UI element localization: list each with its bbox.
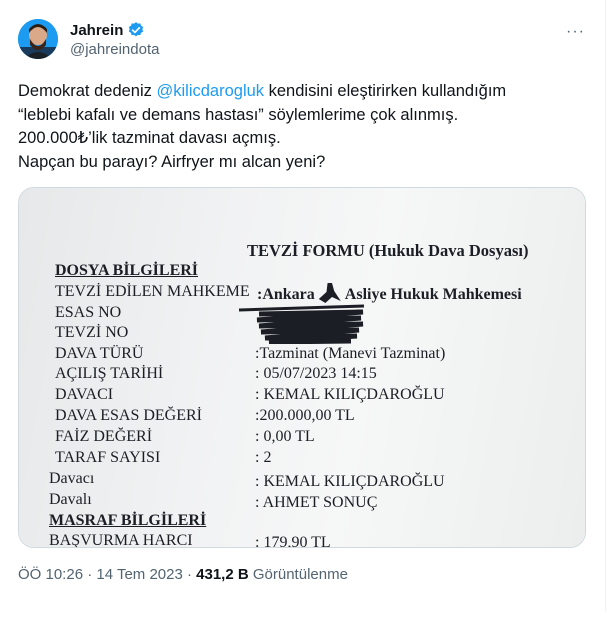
tweet-timestamp[interactable]: ÖÖ 10:26 · 14 Tem 2023 · [18,566,196,583]
more-options-icon[interactable]: ··· [566,23,585,41]
section-masraf: MASRAF BİLGİLERİ [49,512,207,529]
verified-badge-icon [129,22,144,37]
label-case-type: DAVA TÜRÜ [55,345,144,362]
section-dosya: DOSYA BİLGİLERİ [55,262,199,279]
label-esas-no: ESAS NO [55,304,122,321]
tweet-text: Demokrat dedeniz @kilicdarogluk kendisin… [18,80,578,174]
value-application-fee: : 179,90 TL [255,534,331,548]
views-count: 431,2 B [196,566,249,583]
author-name-text: Jahrein [70,21,124,39]
value-plaintiff-2: : KEMAL KILIÇDAROĞLU [255,473,445,490]
label-application-fee: BAŞVURMA HARCI [49,532,193,548]
author-name[interactable]: Jahrein [70,21,145,39]
value-party-count: : 2 [255,449,272,466]
tweet-photo[interactable]: TEVZİ FORMU (Hukuk Dava Dosyası) DOSYA B… [18,187,586,548]
label-open-date: AÇILIŞ TARİHİ [55,365,164,382]
value-case-value: :200.000,00 TL [255,407,355,424]
label-interest: FAİZ DEĞERİ [55,428,153,445]
label-case-value: DAVA ESAS DEĞERİ [55,407,202,424]
views-label: Görüntülenme [248,566,348,583]
redaction-scribble [239,304,365,344]
value-court-suffix: Asliye Hukuk Mahkemesi [344,286,522,303]
value-plaintiff: : KEMAL KILIÇDAROĞLU [255,386,445,403]
label-plaintiff: DAVACI [55,386,114,403]
label-plaintiff-2: Davacı [49,470,95,487]
label-defendant: Davalı [49,491,92,508]
form-title: TEVZİ FORMU (Hukuk Dava Dosyası) [247,241,529,260]
tweet-card: Jahrein @jahreindota ··· Demokrat dedeni… [0,0,606,612]
value-open-date: : 05/07/2023 14:15 [255,365,377,382]
label-tevzi-no: TEVZİ NO [55,324,129,341]
value-case-type: :Tazminat (Manevi Tazminat) [255,345,446,362]
author-avatar[interactable] [18,19,58,59]
value-defendant: : AHMET SONUÇ [255,494,378,511]
tweet-text-part: Demokrat dedeniz [18,82,157,100]
label-court: TEVZİ EDİLEN MAHKEME [55,283,250,300]
mention-link[interactable]: @kilicdarogluk [157,82,265,100]
label-party-count: TARAF SAYISI [55,449,161,466]
value-interest: : 0,00 TL [255,428,315,445]
court-document: TEVZİ FORMU (Hukuk Dava Dosyası) DOSYA B… [19,188,585,547]
tweet-metadata: ÖÖ 10:26 · 14 Tem 2023 · 431,2 B Görüntü… [18,566,348,583]
tweet-header: Jahrein @jahreindota ··· [18,17,585,61]
author-handle[interactable]: @jahreindota [70,41,159,58]
avatar-image [18,19,58,59]
